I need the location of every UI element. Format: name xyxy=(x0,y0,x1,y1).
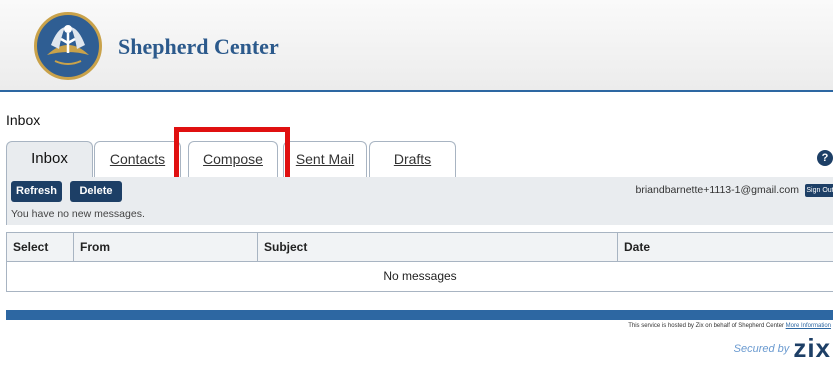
refresh-button[interactable]: Refresh xyxy=(11,181,62,202)
tab-sent-mail[interactable]: Sent Mail xyxy=(283,141,367,177)
message-table: Select From Subject Date No messages xyxy=(6,232,833,292)
column-from[interactable]: From xyxy=(74,233,258,262)
table-header: Select From Subject Date xyxy=(7,233,833,262)
status-message: You have no new messages. xyxy=(11,208,145,220)
secured-by-text: Secured by xyxy=(733,343,790,355)
column-subject[interactable]: Subject xyxy=(258,233,618,262)
header: Shepherd Center xyxy=(0,0,833,92)
footer-bar xyxy=(6,310,833,320)
toolbar: Refresh Delete briandbarnette+1113-1@gma… xyxy=(6,177,833,225)
tab-drafts[interactable]: Drafts xyxy=(369,141,456,177)
brand-name: Shepherd Center xyxy=(118,34,279,59)
more-information-link[interactable]: More Information xyxy=(786,323,831,329)
shepherd-center-logo xyxy=(34,12,102,80)
empty-table-message: No messages xyxy=(383,269,457,283)
tab-bar: Inbox Contacts Compose Sent Mail Drafts … xyxy=(6,141,833,179)
footer-note-text: This service is hosted by Zix on behalf … xyxy=(628,323,784,329)
sign-out-button[interactable]: Sign Out xyxy=(805,184,833,197)
secured-by-zix: Secured by zix xyxy=(733,333,831,363)
column-date[interactable]: Date xyxy=(618,233,833,262)
tab-inbox[interactable]: Inbox xyxy=(6,141,93,179)
zix-logo: zix xyxy=(793,333,831,363)
tab-contacts[interactable]: Contacts xyxy=(94,141,181,177)
page-title: Inbox xyxy=(6,112,41,128)
column-select[interactable]: Select xyxy=(7,233,74,262)
footer-note: This service is hosted by Zix on behalf … xyxy=(628,323,831,329)
delete-button[interactable]: Delete xyxy=(70,181,122,202)
user-email: briandbarnette+1113-1@gmail.com xyxy=(635,184,800,196)
tab-compose[interactable]: Compose xyxy=(188,141,278,177)
help-icon[interactable]: ? xyxy=(817,150,833,166)
